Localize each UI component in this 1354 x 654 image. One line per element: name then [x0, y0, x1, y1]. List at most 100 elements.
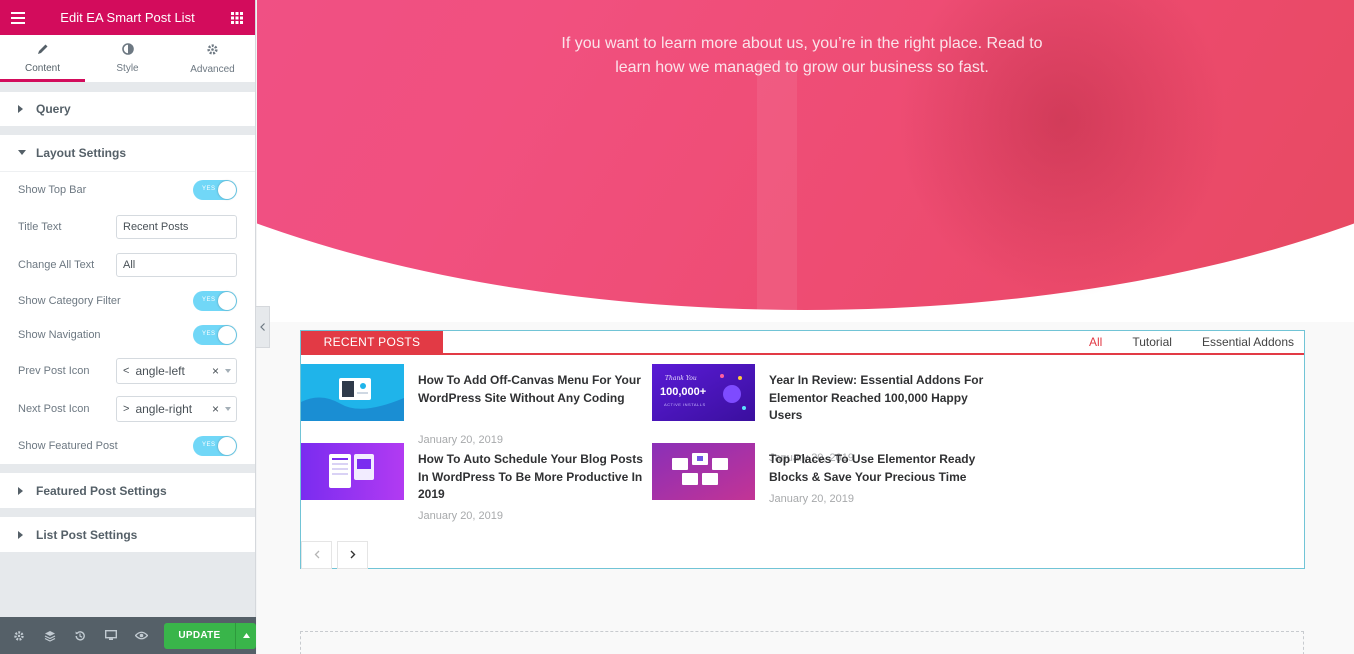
post-item: Thank You 100,000+ ACTIVE INSTALLS Year …: [652, 364, 997, 464]
half-circle-icon: [121, 43, 134, 58]
post-title-link[interactable]: Year In Review: Essential Addons For Ele…: [769, 372, 995, 425]
tab-label: Advanced: [190, 63, 235, 75]
control-show-category-filter: Show Category Filter YES: [18, 284, 237, 318]
post-list-top-bar: RECENT POSTS All Tutorial Essential Addo…: [301, 331, 1304, 355]
post-title-link[interactable]: How To Add Off-Canvas Menu For Your Word…: [418, 372, 644, 407]
tab-label: Content: [24, 63, 61, 74]
navigator-layers-icon[interactable]: [35, 617, 66, 654]
section-query[interactable]: Query: [0, 92, 255, 126]
show-category-filter-toggle[interactable]: YES: [193, 291, 237, 311]
filter-essential-addons[interactable]: Essential Addons: [1202, 335, 1294, 349]
dropdown-arrow-icon[interactable]: [225, 369, 231, 373]
tab-advanced[interactable]: Advanced: [170, 35, 255, 82]
angle-left-icon: [314, 546, 320, 564]
control-show-top-bar: Show Top Bar YES: [18, 172, 237, 208]
control-label: Prev Post Icon: [18, 365, 90, 377]
control-prev-post-icon: Prev Post Icon < angle-left ×: [18, 352, 237, 390]
post-list-title: RECENT POSTS: [301, 331, 443, 353]
control-next-post-icon: Next Post Icon > angle-right ×: [18, 390, 237, 428]
change-all-text-input[interactable]: All: [116, 253, 237, 277]
section-label: List Post Settings: [36, 527, 138, 542]
save-options-caret-up-icon[interactable]: [235, 622, 256, 649]
control-label: Show Top Bar: [18, 184, 87, 196]
section-label: Featured Post Settings: [36, 483, 167, 498]
post-item: How To Auto Schedule Your Blog Posts In …: [301, 443, 646, 523]
hero-section: If you want to learn more about us, you’…: [257, 0, 1354, 322]
next-post-icon-select[interactable]: > angle-right ×: [116, 396, 237, 422]
thumb-text-thank-you: Thank You: [665, 375, 697, 382]
section-label: Query: [36, 102, 71, 116]
show-navigation-toggle[interactable]: YES: [193, 325, 237, 345]
section-featured-post-settings[interactable]: Featured Post Settings: [0, 473, 255, 508]
caret-right-icon: [18, 486, 26, 495]
panel-header: Edit EA Smart Post List: [0, 0, 255, 35]
post-title-link[interactable]: Top Places To Use Elementor Ready Blocks…: [769, 451, 995, 486]
control-title-text: Title Text Recent Posts: [18, 208, 237, 246]
prev-post-icon-select[interactable]: < angle-left ×: [116, 358, 237, 384]
tab-content[interactable]: Content: [0, 35, 85, 82]
post-item: How To Add Off-Canvas Menu For Your Word…: [301, 364, 646, 446]
add-section-dropzone[interactable]: [300, 631, 1304, 654]
widgets-grid-icon[interactable]: [219, 0, 255, 35]
panel-footer: UPDATE: [0, 617, 256, 654]
update-button[interactable]: UPDATE: [163, 622, 236, 649]
control-show-featured-post: Show Featured Post YES: [18, 428, 237, 464]
chevron-left-icon: [260, 318, 265, 336]
layout-settings-body: Show Top Bar YES Title Text Recent Posts…: [0, 171, 255, 464]
clear-icon[interactable]: ×: [212, 364, 219, 378]
title-text-input[interactable]: Recent Posts: [116, 215, 237, 239]
preview-eye-icon[interactable]: [126, 617, 157, 654]
tab-style[interactable]: Style: [85, 35, 170, 82]
post-thumbnail[interactable]: [652, 443, 755, 500]
control-label: Title Text: [18, 221, 62, 233]
smart-post-list-widget[interactable]: RECENT POSTS All Tutorial Essential Addo…: [300, 330, 1305, 569]
post-item: Top Places To Use Elementor Ready Blocks…: [652, 443, 997, 523]
filter-tutorial[interactable]: Tutorial: [1132, 335, 1172, 349]
prev-post-button[interactable]: [301, 541, 332, 569]
select-value: angle-left: [135, 364, 185, 378]
show-featured-post-toggle[interactable]: YES: [193, 436, 237, 456]
collapse-panel-button[interactable]: [256, 306, 270, 348]
control-label: Next Post Icon: [18, 403, 90, 415]
control-label: Show Featured Post: [18, 440, 118, 452]
caret-down-icon: [18, 150, 26, 156]
filter-all[interactable]: All: [1089, 335, 1102, 349]
settings-icon[interactable]: [4, 617, 35, 654]
post-title-link[interactable]: How To Auto Schedule Your Blog Posts In …: [418, 451, 644, 504]
caret-right-icon: [18, 530, 26, 539]
thumb-text-sub: ACTIVE INSTALLS: [664, 402, 706, 407]
preview-canvas: If you want to learn more about us, you’…: [257, 0, 1354, 654]
post-thumbnail[interactable]: [301, 443, 404, 500]
select-value: angle-right: [135, 402, 193, 416]
hero-intro-text: If you want to learn more about us, you’…: [561, 35, 1043, 76]
post-thumbnail[interactable]: Thank You 100,000+ ACTIVE INSTALLS: [652, 364, 755, 421]
history-icon[interactable]: [65, 617, 96, 654]
menu-icon[interactable]: [0, 0, 36, 35]
gear-icon: [206, 43, 219, 59]
show-top-bar-toggle[interactable]: YES: [193, 180, 237, 200]
thumb-text-count: 100,000+: [660, 386, 707, 398]
tab-label: Style: [116, 63, 139, 74]
control-label: Change All Text: [18, 259, 95, 271]
control-label: Show Navigation: [18, 329, 101, 341]
responsive-desktop-icon[interactable]: [96, 617, 127, 654]
elementor-editor: Edit EA Smart Post List Content Style Ad…: [0, 0, 1354, 654]
section-list-post-settings[interactable]: List Post Settings: [0, 517, 255, 552]
editor-panel: Edit EA Smart Post List Content Style Ad…: [0, 0, 256, 654]
section-label: Layout Settings: [36, 146, 127, 160]
dropdown-arrow-icon[interactable]: [225, 407, 231, 411]
category-filter: All Tutorial Essential Addons: [1059, 331, 1304, 353]
panel-title: Edit EA Smart Post List: [60, 10, 195, 25]
control-label: Show Category Filter: [18, 295, 121, 307]
caret-right-icon: [18, 105, 26, 113]
section-layout-settings[interactable]: Layout Settings: [0, 135, 255, 171]
next-post-button[interactable]: [337, 541, 368, 569]
control-show-navigation: Show Navigation YES: [18, 318, 237, 352]
post-thumbnail[interactable]: [301, 364, 404, 421]
panel-tabs: Content Style Advanced: [0, 35, 255, 83]
angle-right-icon: >: [123, 403, 130, 415]
control-change-all-text: Change All Text All: [18, 246, 237, 284]
post-date: January 20, 2019: [418, 510, 504, 522]
post-list-navigation: [301, 541, 368, 569]
clear-icon[interactable]: ×: [212, 402, 219, 416]
